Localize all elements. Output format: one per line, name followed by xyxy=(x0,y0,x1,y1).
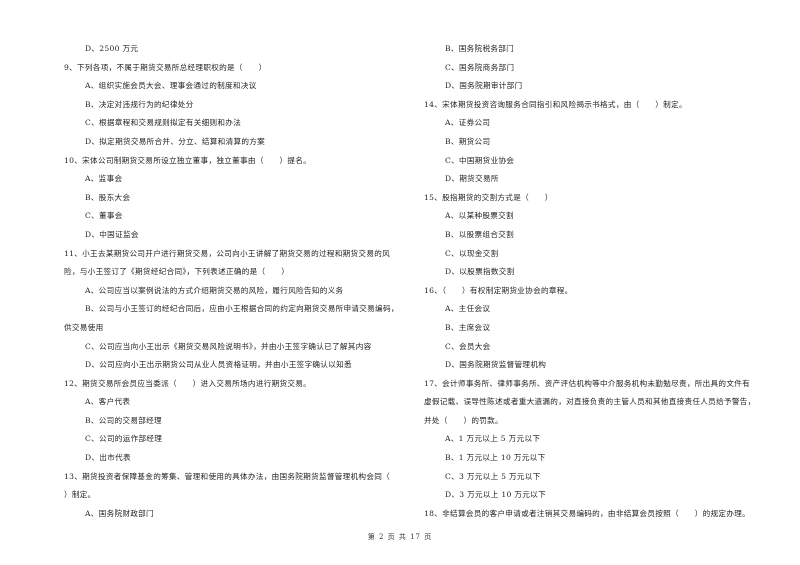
answer-option: C、3 万元以上 5 万元以下 xyxy=(445,471,541,481)
answer-option: A、以某种股票交割 xyxy=(445,211,514,221)
question-stem: 17、会计师事务所、律师事务所、资产评估机构等中介服务机构未勤勉尽责，所出具的文… xyxy=(424,378,751,388)
answer-option: B、1 万元以上 10 万元以下 xyxy=(445,453,546,463)
answer-option: B、公司与小王签订的经纪合同后，应由小王根据合同的约定向期货交易所申请交易编码， xyxy=(85,304,399,314)
question-stem: 12、期货交易所会员应当委派（ ）进入交易所场内进行期货交易。 xyxy=(64,378,312,388)
left-column: D、2500 万元 9、下列各项，不属于期货交易所总经理职权的是（ ） A、组织实施… xyxy=(64,40,409,523)
question-continuation: 虚假记载、误导性陈述或者重大遗漏的，对直接负责的主管人员和其他直接责任人员给予警… xyxy=(424,397,756,407)
answer-option: D、期货交易所 xyxy=(445,174,499,184)
right-column: B、国务院税务部门 C、国务院商务部门 D、国务院期审计部门 14、宋体期货投资咨询服… xyxy=(424,40,774,523)
answer-option: D、3 万元以上 10 万元以下 xyxy=(445,490,546,500)
question-stem: 9、下列各项，不属于期货交易所总经理职权的是（ ） xyxy=(64,62,267,72)
answer-option: C、公司应当向小王出示《期货交易风险说明书》，并由小王签字确认已了解其内容 xyxy=(85,341,372,351)
answer-option: A、证券公司 xyxy=(445,118,491,128)
answer-option: D、公司应向小王出示期货公司从业人员资格证明，并由小王签字确认以知悉 xyxy=(85,360,352,370)
page-number: 第 2 页 共 17 页 xyxy=(367,533,433,541)
answer-option: D、国务院期审计部门 xyxy=(445,81,523,91)
answer-option: C、国务院商务部门 xyxy=(445,62,515,72)
answer-option: C、董事会 xyxy=(85,211,123,221)
answer-option: D、国务院期货监督管理机构 xyxy=(445,360,547,370)
answer-option: B、决定对违规行为的纪律处分 xyxy=(85,99,194,109)
question-stem: 13、期货投资者保障基金的筹集、管理和使用的具体办法，由国务院期货监督管理机构会… xyxy=(64,471,391,481)
answer-option: C、以现金交割 xyxy=(445,248,499,258)
answer-option: A、组织实施会员大会、理事会通过的制度和决议 xyxy=(85,81,257,91)
question-stem: 15、股指期货的交割方式是（ ） xyxy=(424,192,553,202)
answer-option: D、中国证监会 xyxy=(85,229,139,239)
answer-option: C、会员大会 xyxy=(445,341,491,351)
question-stem: 11、小王去某期货公司开户进行期货交易，公司向小王讲解了期货交易的过程和期货交易… xyxy=(64,248,391,258)
answer-option: A、1 万元以上 5 万元以下 xyxy=(445,434,541,444)
answer-option: D、2500 万元 xyxy=(85,44,139,53)
answer-option: C、根据章程和交易规则拟定有关细则和办法 xyxy=(85,118,242,128)
answer-option: C、中国期货业协会 xyxy=(445,155,515,165)
answer-option: A、客户代表 xyxy=(85,397,131,407)
answer-option: D、以股票指数交割 xyxy=(445,267,515,277)
answer-option: A、国务院财政部门 xyxy=(85,508,154,518)
question-continuation: 并处（ ）的罚款。 xyxy=(424,415,503,425)
question-continuation: 供交易使用 xyxy=(64,322,104,332)
answer-option: A、公司应当以案例说法的方式介绍期货交易的风险，履行风险告知的义务 xyxy=(85,285,344,295)
answer-option: B、主席会议 xyxy=(445,322,491,332)
answer-option: B、以股票组合交割 xyxy=(445,229,515,239)
answer-option: B、期货公司 xyxy=(445,136,491,146)
answer-option: D、出市代表 xyxy=(85,453,131,463)
answer-option: A、主任会议 xyxy=(445,304,491,314)
answer-option: C、公司的运作部经理 xyxy=(85,434,163,444)
answer-option: A、监事会 xyxy=(85,174,123,184)
answer-option: B、国务院税务部门 xyxy=(445,44,515,53)
answer-option: B、股东大会 xyxy=(85,192,131,202)
question-continuation: 险，与小王签订了《期货经纪合同》，下列表述正确的是（ ） xyxy=(64,267,290,277)
question-continuation: ）制定。 xyxy=(64,490,96,500)
answer-option: B、公司的交易部经理 xyxy=(85,415,162,425)
answer-option: D、拟定期货交易所合并、分立、结算和清算的方案 xyxy=(85,136,266,146)
question-stem: 10、宋体公司制期货交易所设立独立董事，独立董事由（ ）提名。 xyxy=(64,155,312,165)
question-stem: 16、（ ）有权制定期货业协会的章程。 xyxy=(424,285,573,295)
question-stem: 18、非结算会员的客户申请或者注销其交易编码的，由非结算会员按照（ ）的规定办理… xyxy=(424,508,751,518)
question-stem: 14、宋体期货投资咨询服务合同指引和风险揭示书格式，由（ ）制定。 xyxy=(424,99,687,109)
